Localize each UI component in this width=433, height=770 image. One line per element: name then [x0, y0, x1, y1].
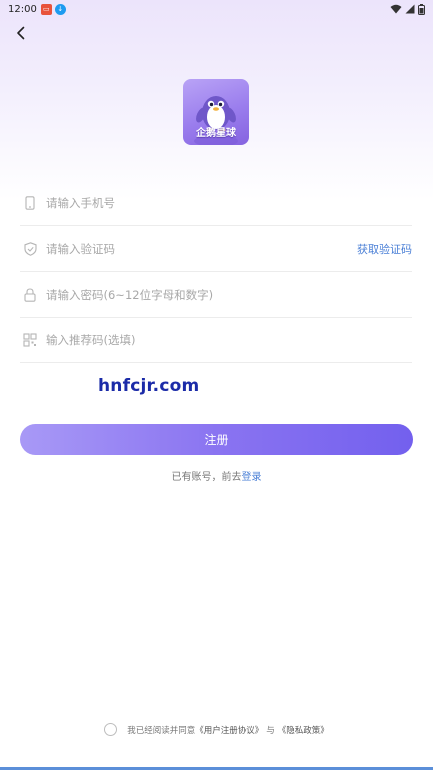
login-link[interactable]: 登录	[242, 472, 262, 483]
user-agreement-link[interactable]: 《用户注册协议》	[195, 724, 263, 736]
lock-icon	[22, 287, 38, 303]
notification-download-icon: ↓	[54, 3, 66, 15]
agreement-row: 我已经阅读并同意 《用户注册协议》 与 《隐私政策》	[0, 723, 433, 736]
get-code-button[interactable]: 获取验证码	[357, 241, 412, 257]
phone-field-row	[20, 180, 412, 226]
register-button[interactable]: 注册	[20, 424, 413, 455]
agreement-checkbox[interactable]	[104, 723, 118, 736]
phone-icon	[22, 195, 38, 211]
login-prompt: 已有账号，前去登录	[0, 468, 433, 483]
status-time: 12:00	[8, 3, 37, 15]
signal-icon	[405, 4, 415, 14]
referral-code-input[interactable]	[46, 324, 412, 355]
agreement-conjunction: 与	[266, 725, 275, 736]
status-icons	[390, 3, 425, 15]
qr-code-icon	[22, 332, 38, 348]
password-input[interactable]	[46, 279, 412, 310]
verification-code-input[interactable]	[46, 233, 357, 264]
privacy-policy-link[interactable]: 《隐私政策》	[278, 724, 329, 736]
referral-field-row	[20, 317, 412, 363]
watermark-text: hnfcjr.com	[98, 376, 200, 396]
battery-icon	[418, 3, 425, 15]
agreement-prefix: 我已经阅读并同意	[127, 725, 196, 736]
login-prompt-text: 已有账号，前去	[171, 472, 242, 483]
status-bar: 12:00 ▭ ↓	[0, 0, 433, 18]
app-logo: 企鹅星球	[183, 79, 249, 145]
code-field-row: 获取验证码	[20, 226, 412, 272]
phone-input[interactable]	[46, 187, 412, 218]
shield-check-icon	[22, 241, 38, 257]
notification-app-icon: ▭	[40, 3, 52, 15]
logo-text: 企鹅星球	[196, 128, 236, 139]
wifi-icon	[390, 4, 402, 14]
chevron-left-icon	[17, 26, 25, 40]
back-button[interactable]	[10, 22, 32, 44]
password-field-row	[20, 272, 412, 318]
